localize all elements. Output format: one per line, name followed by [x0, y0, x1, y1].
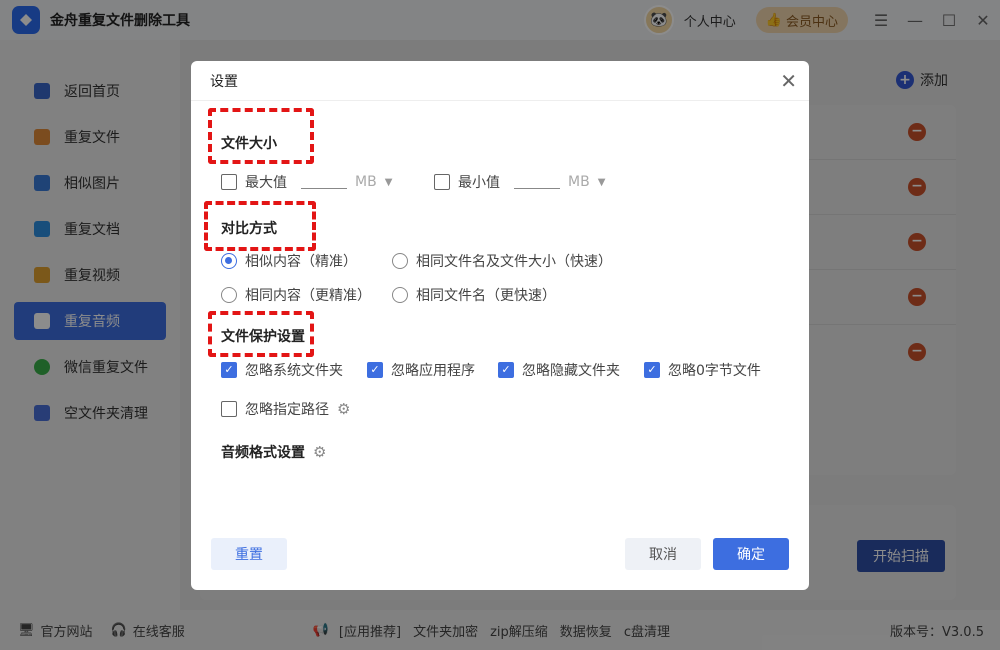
compare-option-same-content[interactable]: 相同内容（更精准） [221, 285, 371, 305]
ignore-zero-byte-option[interactable]: ✓ 忽略0字节文件 [644, 360, 761, 380]
reset-button[interactable]: 重置 [211, 538, 287, 570]
max-size-option[interactable]: 最大值 MB ▼ [221, 172, 392, 192]
max-size-unit: MB [355, 174, 377, 190]
compare-option-similar[interactable]: 相似内容（精准） [221, 251, 357, 271]
protect-option-label: 忽略0字节文件 [668, 363, 761, 379]
gear-icon[interactable]: ⚙ [313, 443, 326, 461]
radio-selected[interactable] [221, 253, 237, 269]
min-size-input[interactable] [514, 175, 560, 189]
compare-option-label: 相同内容（更精准） [245, 288, 371, 304]
compare-option-name-size[interactable]: 相同文件名及文件大小（快速） [392, 251, 612, 271]
ok-button[interactable]: 确定 [713, 538, 789, 570]
dialog-title: 设置 [191, 61, 809, 101]
protect-option-label: 忽略隐藏文件夹 [522, 363, 620, 379]
min-size-label: 最小值 [458, 175, 500, 191]
close-icon[interactable]: ✕ [780, 69, 797, 93]
min-size-checkbox[interactable] [434, 174, 450, 190]
radio[interactable] [221, 287, 237, 303]
protect-option-label: 忽略应用程序 [391, 363, 475, 379]
ignore-apps-option[interactable]: ✓ 忽略应用程序 [367, 360, 475, 380]
max-size-label: 最大值 [245, 175, 287, 191]
checkbox-checked[interactable]: ✓ [644, 362, 660, 378]
checkbox-checked[interactable]: ✓ [498, 362, 514, 378]
chevron-down-icon[interactable]: ▼ [598, 177, 606, 188]
radio[interactable] [392, 287, 408, 303]
max-size-input[interactable] [301, 175, 347, 189]
min-size-option[interactable]: 最小值 MB ▼ [434, 172, 605, 192]
checkbox-checked[interactable]: ✓ [367, 362, 383, 378]
compare-option-label: 相似内容（精准） [245, 254, 357, 270]
compare-section-title: 对比方式 [221, 221, 277, 237]
ignore-path-option[interactable]: 忽略指定路径 ⚙ [221, 399, 350, 419]
ignore-system-folders-option[interactable]: ✓ 忽略系统文件夹 [221, 360, 343, 380]
max-size-checkbox[interactable] [221, 174, 237, 190]
compare-option-label: 相同文件名（更快速） [416, 288, 556, 304]
protect-option-label: 忽略系统文件夹 [245, 363, 343, 379]
ignore-hidden-folders-option[interactable]: ✓ 忽略隐藏文件夹 [498, 360, 620, 380]
checkbox-checked[interactable]: ✓ [221, 362, 237, 378]
compare-option-same-name[interactable]: 相同文件名（更快速） [392, 285, 556, 305]
audio-section-title: 音频格式设置 [221, 445, 305, 461]
cancel-button[interactable]: 取消 [625, 538, 701, 570]
radio[interactable] [392, 253, 408, 269]
min-size-unit: MB [568, 174, 590, 190]
size-section-title: 文件大小 [221, 136, 277, 152]
chevron-down-icon[interactable]: ▼ [385, 177, 393, 188]
audio-section: 音频格式设置 ⚙ [221, 442, 326, 462]
protect-section-title: 文件保护设置 [221, 329, 305, 345]
compare-option-label: 相同文件名及文件大小（快速） [416, 254, 612, 270]
settings-dialog: 设置 ✕ 文件大小 最大值 MB ▼ 最小值 MB ▼ 对比方式 相似内容（精准… [191, 61, 809, 590]
ignore-path-label: 忽略指定路径 [245, 402, 329, 418]
gear-icon[interactable]: ⚙ [337, 400, 350, 418]
ignore-path-checkbox[interactable] [221, 401, 237, 417]
